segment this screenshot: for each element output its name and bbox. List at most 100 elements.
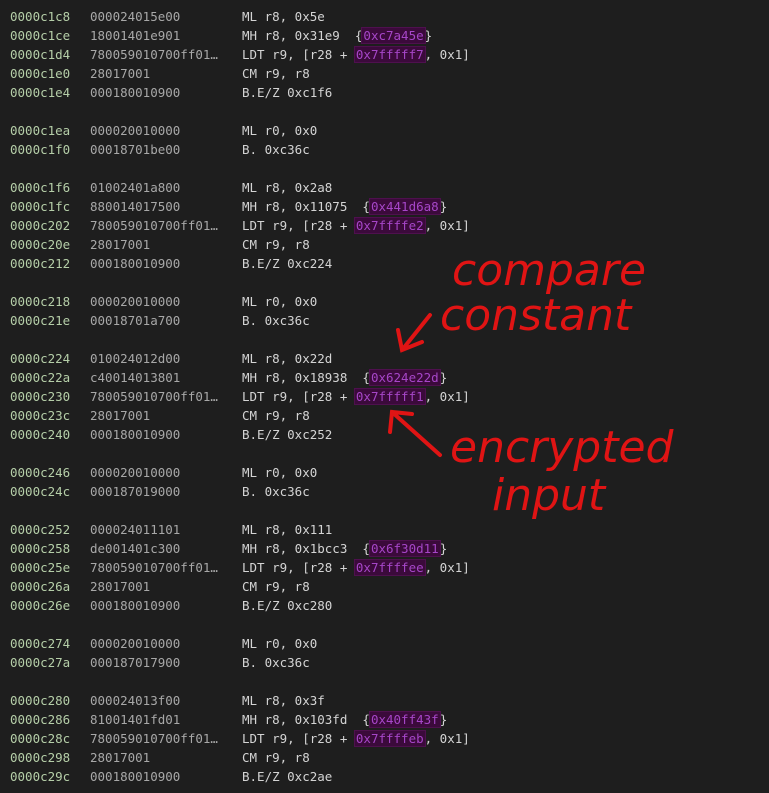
mnemonic-operands: MH r8, 0x18938 [242, 370, 363, 385]
highlighted-constant[interactable]: 0xc7a45e [361, 27, 426, 44]
mnemonic-operands: B.E/Z 0xc224 [242, 256, 333, 271]
brace-close: } [439, 541, 448, 556]
address: 0000c258 [10, 541, 71, 556]
address: 0000c286 [10, 712, 71, 727]
address: 0000c274 [10, 636, 71, 651]
mnemonic-operands: CM r9, r8 [242, 750, 310, 765]
brace-open: { [362, 541, 370, 556]
address: 0000c298 [10, 750, 71, 765]
address: 0000c21e [10, 313, 71, 328]
highlighted-constant[interactable]: 0x624e22d [368, 369, 441, 386]
mnemonic-operands: ML r0, 0x0 [242, 294, 318, 309]
mnemonic-operands: LDT r9, [r28 + [242, 389, 355, 404]
instruction-bytes: 000180010900 [90, 598, 181, 613]
instruction: B.E/Z 0xc1f6 [242, 83, 332, 102]
highlighted-constant[interactable]: 0x7ffffee [353, 559, 426, 576]
instruction-bytes: 28017001 [90, 579, 151, 594]
highlighted-constant[interactable]: 0x441d6a8 [368, 198, 441, 215]
instruction: LDT r9, [r28 + 0x7ffffe2, 0x1] [242, 216, 470, 235]
instruction-bytes: 000180010900 [90, 769, 181, 784]
operand-suffix: , 0x1] [424, 560, 470, 575]
instruction: ML r0, 0x0 [242, 463, 317, 482]
instruction: B.E/Z 0xc280 [242, 596, 332, 615]
address: 0000c246 [10, 465, 71, 480]
address: 0000c1e4 [10, 85, 71, 100]
instruction-bytes: 28017001 [90, 237, 151, 252]
address: 0000c1ea [10, 123, 71, 138]
mnemonic-operands: ML r8, 0x5e [242, 9, 325, 24]
operand-suffix: , 0x1] [424, 731, 470, 746]
mnemonic-operands: MH r8, 0x11075 [242, 199, 363, 214]
address: 0000c1c8 [10, 9, 71, 24]
mnemonic-operands: MH r8, 0x31e9 [242, 28, 355, 43]
mnemonic-operands: B. 0xc36c [242, 313, 310, 328]
address: 0000c1f0 [10, 142, 71, 157]
brace-close: } [439, 370, 448, 385]
mnemonic-operands: LDT r9, [r28 + [242, 731, 355, 746]
instruction: ML r8, 0x111 [242, 520, 332, 539]
instruction: LDT r9, [r28 + 0x7fffff1, 0x1] [242, 387, 470, 406]
instruction: LDT r9, [r28 + 0x7fffff7, 0x1] [242, 45, 470, 64]
highlighted-constant[interactable]: 0x7ffffeb [353, 730, 426, 747]
brace-close: } [439, 712, 448, 727]
instruction: B. 0xc36c [242, 653, 310, 672]
address: 0000c1ce [10, 28, 71, 43]
instruction-bytes: 780059010700ff01… [90, 389, 218, 404]
address: 0000c23c [10, 408, 71, 423]
instruction: LDT r9, [r28 + 0x7ffffeb, 0x1] [242, 729, 470, 748]
instruction: B.E/Z 0xc252 [242, 425, 332, 444]
instruction-bytes: 000180010900 [90, 427, 181, 442]
address: 0000c22a [10, 370, 71, 385]
mnemonic-operands: ML r0, 0x0 [242, 465, 318, 480]
mnemonic-operands: CM r9, r8 [242, 408, 310, 423]
disassembly-listing: 0000c1c8 000024015e00 ML r8, 0x5e 0000c1ce 1… [0, 0, 769, 793]
mnemonic-operands: B. 0xc36c [242, 484, 310, 499]
mnemonic-operands: MH r8, 0x1bcc3 [242, 541, 363, 556]
highlighted-constant[interactable]: 0x7fffff1 [353, 388, 426, 405]
address: 0000c1e0 [10, 66, 71, 81]
operand-suffix: , 0x1] [424, 218, 470, 233]
instruction-bytes: 010024012d00 [90, 351, 181, 366]
instruction-bytes: 000024011101 [90, 522, 181, 537]
mnemonic-operands: B.E/Z 0xc2ae [242, 769, 333, 784]
instruction-bytes: 000180010900 [90, 85, 181, 100]
instruction-bytes: de001401c300 [90, 541, 181, 556]
instruction: CM r9, r8 [242, 406, 310, 425]
address: 0000c218 [10, 294, 71, 309]
highlighted-constant[interactable]: 0x7ffffe2 [353, 217, 426, 234]
instruction-bytes: 000020010000 [90, 123, 181, 138]
mnemonic-operands: B. 0xc36c [242, 142, 310, 157]
mnemonic-operands: B. 0xc36c [242, 655, 310, 670]
mnemonic-operands: MH r8, 0x103fd [242, 712, 363, 727]
address: 0000c27a [10, 655, 71, 670]
instruction-bytes: 28017001 [90, 408, 151, 423]
mnemonic-operands: CM r9, r8 [242, 237, 310, 252]
instruction-bytes: 780059010700ff01… [90, 731, 218, 746]
instruction: MH r8, 0x31e9 {0xc7a45e} [242, 26, 432, 45]
address: 0000c212 [10, 256, 71, 271]
brace-open: { [362, 712, 370, 727]
address: 0000c28c [10, 731, 71, 746]
instruction-bytes: 000020010000 [90, 636, 181, 651]
highlighted-constant[interactable]: 0x6f30d11 [368, 540, 441, 557]
instruction-bytes: 000024013f00 [90, 693, 181, 708]
highlighted-constant[interactable]: 0x40ff43f [368, 711, 441, 728]
instruction: MH r8, 0x103fd {0x40ff43f} [242, 710, 447, 729]
address: 0000c25e [10, 560, 71, 575]
mnemonic-operands: B.E/Z 0xc252 [242, 427, 333, 442]
instruction-bytes: 28017001 [90, 66, 151, 81]
highlighted-constant[interactable]: 0x7fffff7 [353, 46, 426, 63]
address: 0000c20e [10, 237, 71, 252]
instruction-bytes: 00018701a700 [90, 313, 181, 328]
mnemonic-operands: CM r9, r8 [242, 579, 310, 594]
address: 0000c252 [10, 522, 71, 537]
instruction: CM r9, r8 [242, 577, 310, 596]
address: 0000c1fc [10, 199, 71, 214]
mnemonic-operands: B.E/Z 0xc280 [242, 598, 333, 613]
operand-suffix: , 0x1] [424, 389, 470, 404]
instruction: ML r0, 0x0 [242, 121, 317, 140]
address: 0000c24c [10, 484, 71, 499]
brace-open: { [362, 199, 370, 214]
address: 0000c1f6 [10, 180, 71, 195]
instruction: CM r9, r8 [242, 235, 310, 254]
